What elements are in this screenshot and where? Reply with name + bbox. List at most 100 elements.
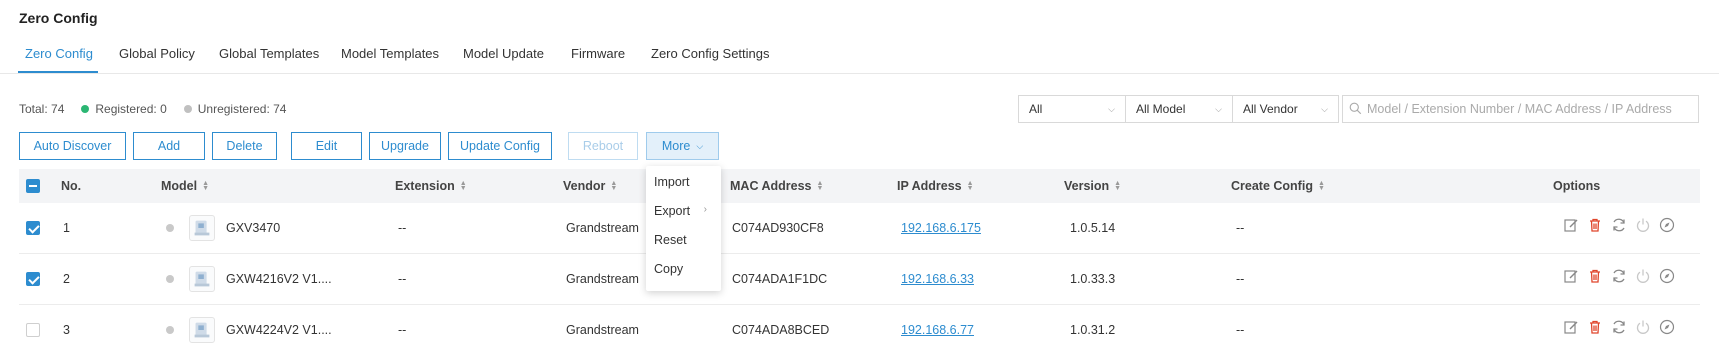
table-row[interactable]: 1 GXV3470 -- Grandstream C074AD930CF8 1.0.5.1… [19,203,1700,254]
chevron-down-icon: ⌵ [1321,104,1328,114]
model-filter-select[interactable]: All Model ⌵ [1125,95,1233,123]
cell-model: GXV3470 [226,221,281,235]
status-dot-icon [166,224,174,232]
refresh-icon[interactable] [1611,319,1627,335]
tab-bar: Zero Config Global Policy Global Templat… [0,42,1719,74]
more-button-label: More [661,139,691,153]
cell-model: GXW4224V2 V1.... [226,323,332,337]
column-create-config[interactable]: Create Config ▲ ▼ [1231,179,1325,193]
cell-vendor: Grandstream [566,272,639,286]
cell-no: 2 [63,272,70,286]
refresh-icon[interactable] [1611,217,1627,233]
chevron-down-icon: ⌵ [1215,104,1222,114]
sort-icon: ▲ ▼ [459,180,467,192]
search-box [1342,95,1699,123]
column-extension[interactable]: Extension ▲ ▼ [395,179,467,193]
registered-count: Registered: 0 [95,102,167,116]
sort-icon: ▲ ▼ [816,180,824,192]
delete-icon[interactable] [1587,217,1603,233]
cell-ip-address-link[interactable]: 192.168.6.77 [901,323,974,337]
edit-button[interactable]: Edit [291,132,362,160]
power-icon[interactable] [1635,319,1651,335]
status-filter-select[interactable]: All ⌵ [1018,95,1126,123]
tab-global-policy[interactable]: Global Policy [119,46,195,61]
delete-icon[interactable] [1587,319,1603,335]
registered-dot-icon [81,105,90,113]
vendor-filter-select[interactable]: All Vendor ⌵ [1232,95,1339,123]
search-input[interactable] [1343,96,1698,122]
cell-ip-address-link[interactable]: 192.168.6.175 [901,221,981,235]
delete-button[interactable]: Delete [212,132,277,160]
tab-global-templates[interactable]: Global Templates [219,46,319,61]
unregistered-dot-icon [183,105,192,113]
cell-mac-address: C074AD930CF8 [732,221,824,235]
cell-version: 1.0.31.2 [1070,323,1116,337]
more-dropdown-menu: Import Export › Reset Copy [646,166,721,291]
row-options [1563,268,1683,284]
page-title: Zero Config [19,10,98,26]
column-version[interactable]: Version ▲ ▼ [1064,179,1121,193]
column-vendor[interactable]: Vendor ▲ ▼ [563,179,617,193]
device-thumbnail-icon [189,317,215,343]
menu-item-export[interactable]: Export › [654,204,716,218]
menu-item-reset[interactable]: Reset [654,233,687,247]
tab-zero-config[interactable]: Zero Config [25,46,93,61]
edit-icon[interactable] [1563,319,1579,335]
search-icon [1349,102,1362,115]
table-header: No. Model ▲ ▼ Extension ▲ ▼ Vendor ▲ ▼ MAC Add… [19,169,1700,203]
tab-model-update[interactable]: Model Update [463,46,544,61]
auto-discover-button[interactable]: Auto Discover [19,132,126,160]
table-row[interactable]: 3 GXW4224V2 V1.... -- Grandstream C074ADA8BC… [19,305,1700,355]
column-mac-address[interactable]: MAC Address ▲ ▼ [730,179,823,193]
device-thumbnail-icon [189,215,215,241]
edit-icon[interactable] [1563,217,1579,233]
cell-extension: -- [398,323,407,337]
chevron-down-icon: ⌵ [696,140,704,151]
total-count: Total: 74 [19,102,65,116]
row-checkbox[interactable] [26,323,40,337]
column-no: No. [61,179,82,193]
compass-icon[interactable] [1659,217,1675,233]
edit-icon[interactable] [1563,268,1579,284]
filter-bar: All ⌵ All Model ⌵ All Vendor ⌵ [1018,95,1699,123]
compass-icon[interactable] [1659,268,1675,284]
select-all-checkbox[interactable] [26,179,40,193]
cell-no: 3 [63,323,70,337]
device-summary: Total: 74 Registered: 0 Unregistered: 74 [19,102,286,116]
delete-icon[interactable] [1587,268,1603,284]
add-button[interactable]: Add [133,132,205,160]
cell-ip-address-link[interactable]: 192.168.6.33 [901,272,974,286]
power-icon[interactable] [1635,217,1651,233]
update-config-button[interactable]: Update Config [448,132,552,160]
model-filter-value: All Model [1136,102,1186,116]
column-options: Options [1553,179,1601,193]
chevron-right-icon: › [703,204,707,215]
cell-no: 1 [63,221,70,235]
cell-mac-address: C074ADA8BCED [732,323,830,337]
refresh-icon[interactable] [1611,268,1627,284]
table-row[interactable]: 2 GXW4216V2 V1.... -- Grandstream C074ADA1F1… [19,254,1700,305]
status-filter-value: All [1029,102,1043,116]
menu-item-copy[interactable]: Copy [654,262,683,276]
cell-vendor: Grandstream [566,221,639,235]
more-button[interactable]: More ⌵ [646,132,719,160]
column-model[interactable]: Model ▲ ▼ [161,179,209,193]
column-ip-address[interactable]: IP Address ▲ ▼ [897,179,974,193]
cell-extension: -- [398,272,407,286]
row-checkbox[interactable] [26,272,40,286]
tab-firmware[interactable]: Firmware [571,46,625,61]
sort-icon: ▲ ▼ [966,180,974,192]
tab-zero-config-settings[interactable]: Zero Config Settings [651,46,770,61]
row-checkbox[interactable] [26,221,40,235]
compass-icon[interactable] [1659,319,1675,335]
tab-model-templates[interactable]: Model Templates [341,46,439,61]
power-icon[interactable] [1635,268,1651,284]
cell-create-config: -- [1236,272,1245,286]
sort-icon: ▲ ▼ [1114,180,1122,192]
menu-item-import[interactable]: Import [654,175,689,189]
cell-vendor: Grandstream [566,323,639,337]
row-options [1563,217,1683,233]
reboot-button[interactable]: Reboot [568,132,638,160]
status-dot-icon [166,326,174,334]
upgrade-button[interactable]: Upgrade [369,132,441,160]
